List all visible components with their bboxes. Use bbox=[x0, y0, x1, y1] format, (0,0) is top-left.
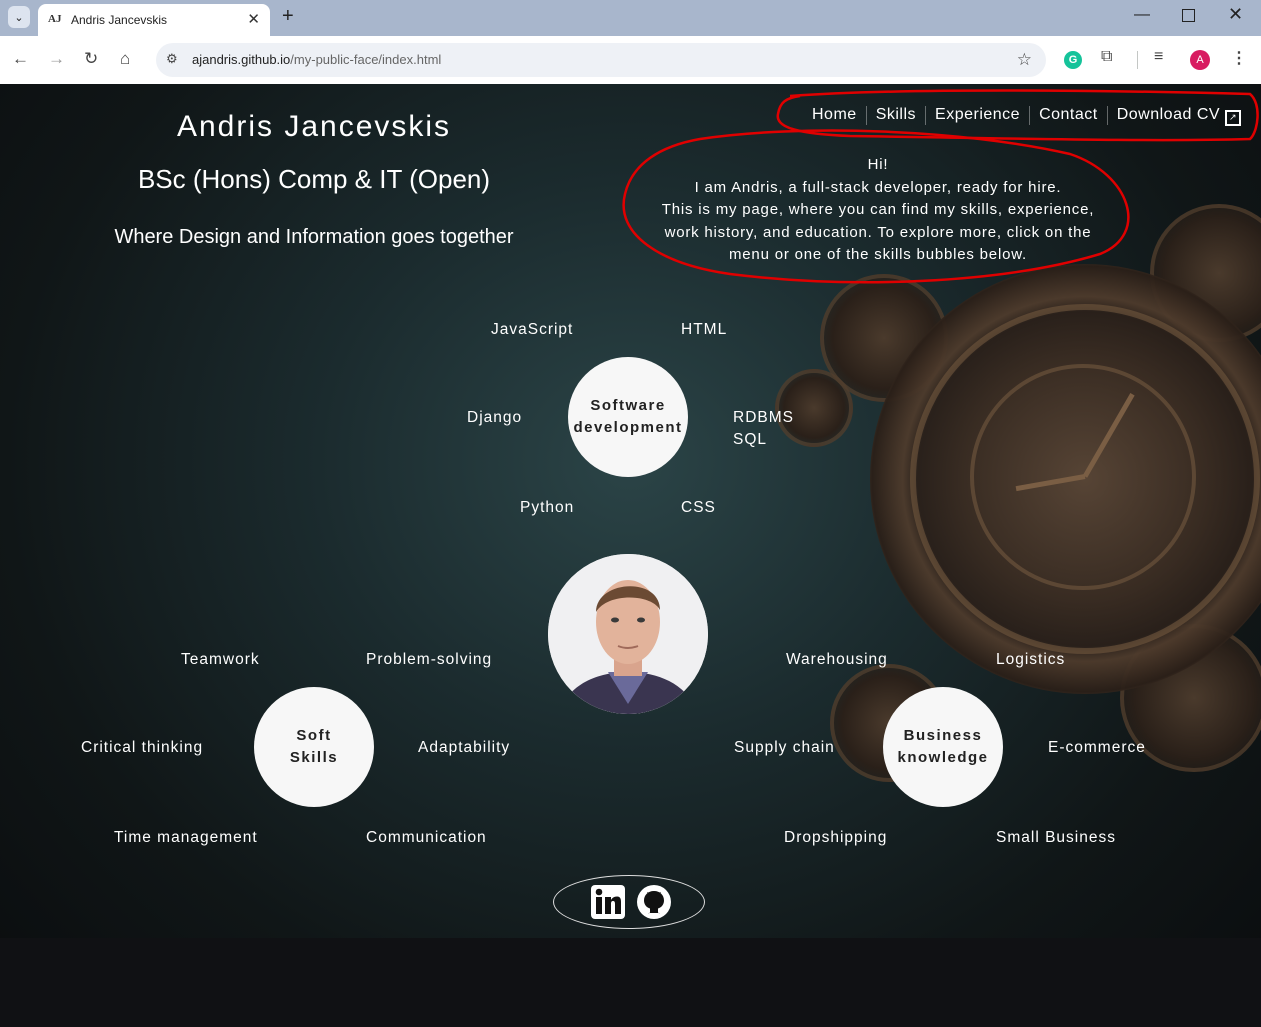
nav-home[interactable]: Home bbox=[812, 106, 867, 125]
intro-line: menu or one of the skills bubbles below. bbox=[729, 246, 1027, 263]
home-icon[interactable]: ⌂ bbox=[120, 49, 130, 69]
skill-e-commerce: E-commerce bbox=[1048, 739, 1146, 756]
star-icon[interactable]: ☆ bbox=[1017, 50, 1032, 70]
forward-icon[interactable]: → bbox=[48, 49, 65, 69]
minimize-icon[interactable]: — bbox=[1134, 6, 1150, 24]
skill-small-business: Small Business bbox=[996, 829, 1116, 846]
close-tab-icon[interactable]: ✕ bbox=[247, 10, 260, 28]
favicon-icon: AJ bbox=[48, 13, 62, 25]
external-link-icon: ↗ bbox=[1225, 110, 1242, 126]
bubble-label: Software bbox=[590, 397, 666, 414]
tab-bar: ⌄ AJ Andris Jancevskis ✕ + — ✕ bbox=[0, 0, 1261, 36]
skill-html: HTML bbox=[681, 321, 728, 338]
intro-line: work history, and education. To explore … bbox=[664, 223, 1092, 241]
back-icon[interactable]: ← bbox=[12, 49, 29, 69]
degree-subtitle: BSc (Hons) Comp & IT (Open) bbox=[137, 164, 491, 194]
intro-line: I am Andris, a full-stack developer, rea… bbox=[694, 178, 1062, 196]
skill-time-management: Time management bbox=[114, 829, 258, 846]
skill-python: Python bbox=[520, 499, 575, 516]
toolbar-divider bbox=[1137, 51, 1138, 69]
nav-download-cv[interactable]: Download CV ↗ bbox=[1108, 106, 1242, 126]
skill-critical-thinking: Critical thinking bbox=[81, 739, 204, 756]
tab-title: Andris Jancevskis bbox=[71, 13, 168, 27]
portrait-image bbox=[548, 554, 708, 714]
bubble-label: Skills bbox=[289, 749, 339, 766]
page-footer-area bbox=[0, 938, 1261, 1027]
nav-experience[interactable]: Experience bbox=[926, 106, 1031, 125]
bubble-label: development bbox=[573, 419, 683, 436]
extensions-icon[interactable]: ⧉ bbox=[1101, 48, 1112, 66]
social-links bbox=[553, 875, 705, 929]
grammarly-icon[interactable]: G bbox=[1064, 51, 1082, 69]
profile-avatar[interactable]: A bbox=[1190, 50, 1210, 70]
software-development-bubble[interactable]: Software development bbox=[568, 357, 688, 477]
download-cv-label: Download CV bbox=[1116, 106, 1221, 123]
skill-communication: Communication bbox=[366, 829, 487, 846]
skill-django: Django bbox=[467, 409, 523, 426]
skill-warehousing: Warehousing bbox=[786, 651, 888, 668]
intro-line: Hi! bbox=[867, 156, 889, 173]
maximize-icon[interactable] bbox=[1182, 9, 1195, 22]
skill-css: CSS bbox=[681, 499, 716, 516]
github-icon[interactable] bbox=[636, 884, 672, 920]
skill-rdbms: RDBMS bbox=[733, 409, 794, 426]
skill-javascript: JavaScript bbox=[491, 321, 574, 338]
linkedin-icon[interactable] bbox=[590, 884, 626, 920]
main-nav: Home Skills Experience Contact Download … bbox=[812, 106, 1242, 126]
page-title: Andris Jancevskis bbox=[176, 110, 452, 143]
media-icon[interactable]: ≡ bbox=[1154, 48, 1163, 66]
site-info-icon[interactable]: ⚙ bbox=[166, 51, 178, 67]
intro-text: Hi! I am Andris, a full-stack developer,… bbox=[636, 154, 1120, 267]
new-tab-icon[interactable]: + bbox=[282, 5, 294, 28]
gear-decoration bbox=[775, 369, 853, 447]
browser-tab[interactable]: AJ Andris Jancevskis ✕ bbox=[38, 4, 270, 36]
skill-supply-chain: Supply chain bbox=[734, 739, 835, 756]
skill-problem-solving: Problem-solving bbox=[366, 651, 493, 668]
tagline: Where Design and Information goes togeth… bbox=[114, 226, 514, 248]
skill-adaptability: Adaptability bbox=[418, 739, 511, 756]
close-window-icon[interactable]: ✕ bbox=[1228, 4, 1243, 25]
skill-sql: SQL bbox=[733, 431, 768, 448]
url-text[interactable]: ajandris.github.io/my-public-face/index.… bbox=[192, 52, 441, 67]
bubble-label: Business bbox=[903, 727, 983, 744]
skill-logistics: Logistics bbox=[996, 651, 1066, 668]
nav-contact[interactable]: Contact bbox=[1030, 106, 1108, 125]
address-bar[interactable]: ⚙ ajandris.github.io/my-public-face/inde… bbox=[156, 43, 1046, 77]
more-icon[interactable]: ⋮ bbox=[1231, 48, 1247, 68]
browser-toolbar: ← → ↻ ⌂ ⚙ ajandris.github.io/my-public-f… bbox=[0, 36, 1261, 85]
skill-dropshipping: Dropshipping bbox=[784, 829, 888, 846]
bubble-label: knowledge bbox=[897, 749, 989, 766]
intro-line: This is my page, where you can find my s… bbox=[661, 201, 1095, 218]
reload-icon[interactable]: ↻ bbox=[84, 49, 98, 69]
soft-skills-bubble[interactable]: Soft Skills bbox=[254, 687, 374, 807]
page: Andris Jancevskis BSc (Hons) Comp & IT (… bbox=[0, 84, 1261, 1027]
bubble-label: Soft bbox=[296, 727, 332, 744]
profile-photo bbox=[548, 554, 708, 714]
business-knowledge-bubble[interactable]: Business knowledge bbox=[883, 687, 1003, 807]
nav-skills[interactable]: Skills bbox=[867, 106, 927, 125]
tab-search-icon[interactable]: ⌄ bbox=[8, 6, 30, 28]
skill-teamwork: Teamwork bbox=[181, 651, 260, 668]
